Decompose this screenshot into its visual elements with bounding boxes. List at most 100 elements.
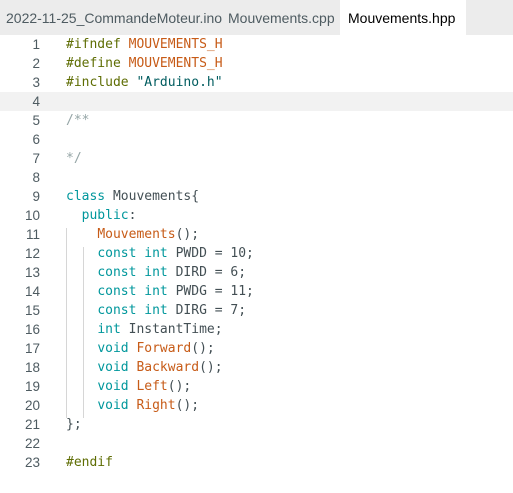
code-token: const (97, 246, 137, 261)
code-line[interactable]: 13 const int DIRD = 6; (0, 263, 513, 282)
code-line[interactable]: 9 class Mouvements{ (0, 187, 513, 206)
code-line[interactable]: 2 #define MOUVEMENTS_H (0, 54, 513, 73)
indent-guide (66, 228, 67, 418)
code-line[interactable]: 5 /** (0, 111, 513, 130)
code-token: (); (167, 379, 192, 394)
line-text: int InstantTime; (66, 320, 223, 339)
code-line[interactable]: 21}; (0, 415, 513, 434)
code-line[interactable]: 20 void Right(); (0, 396, 513, 415)
code-line[interactable]: 6 (0, 130, 513, 149)
code-token: Right (136, 398, 176, 413)
code-line[interactable]: 10 public: (0, 206, 513, 225)
code-token: #include (66, 75, 137, 90)
line-number: 23 (24, 455, 40, 470)
line-number: 14 (24, 284, 40, 299)
line-text: void Left(); (66, 377, 191, 396)
line-text: */ (66, 149, 82, 168)
line-number: 22 (24, 436, 40, 451)
code-token: DIRG = 7; (167, 303, 247, 318)
line-number: 10 (24, 208, 40, 223)
code-token: #endif (66, 455, 113, 470)
code-token: (); (199, 360, 223, 375)
line-number: 16 (24, 322, 40, 337)
line-text: #include "Arduino.h" (66, 73, 223, 92)
code-line[interactable]: 22 (0, 434, 513, 453)
line-text: const int DIRG = 7; (66, 301, 246, 320)
code-line[interactable]: 3 #include "Arduino.h" (0, 73, 513, 92)
code-token: int (144, 284, 168, 299)
tab-commande-moteur-ino[interactable]: 2022-11-25_CommandeMoteur.ino (0, 0, 222, 35)
tab-mouvements-hpp[interactable]: Mouvements.hpp (340, 0, 466, 35)
code-token: Left (136, 379, 168, 394)
code-token: DIRD = 6; (167, 265, 247, 280)
code-line[interactable]: 16 int InstantTime; (0, 320, 513, 339)
line-text: #ifndef MOUVEMENTS_H (66, 35, 223, 54)
code-line[interactable]: 15 const int DIRG = 7; (0, 301, 513, 320)
code-line[interactable]: 8 (0, 168, 513, 187)
code-line[interactable]: 7 */ (0, 149, 513, 168)
code-token: const (97, 284, 137, 299)
code-token: (); (175, 398, 200, 413)
tab-label: Mouvements.cpp (228, 9, 335, 26)
line-number: 8 (32, 170, 40, 185)
line-text: const int PWDD = 10; (66, 244, 254, 263)
code-token: (); (191, 341, 215, 356)
code-token: const (97, 303, 137, 318)
code-token: /** (66, 113, 90, 128)
line-number: 2 (32, 56, 40, 71)
tab-bar: 2022-11-25_CommandeMoteur.ino Mouvements… (0, 0, 513, 35)
code-token: PWDD = 10; (167, 246, 254, 261)
line-number: 17 (24, 341, 40, 356)
code-token: int (144, 303, 168, 318)
code-token: PWDG = 11; (167, 284, 254, 299)
code-area[interactable]: 1 #ifndef MOUVEMENTS_H 2 #define MOUVEMENTS… (0, 35, 513, 472)
code-token: }; (66, 417, 82, 432)
code-line[interactable]: 19 void Left(); (0, 377, 513, 396)
code-token: : (128, 208, 137, 223)
code-token: Mouvements (97, 227, 176, 242)
line-number: 1 (32, 37, 40, 52)
code-line[interactable]: 14 const int PWDG = 11; (0, 282, 513, 301)
code-editor: 2022-11-25_CommandeMoteur.ino Mouvements… (0, 0, 513, 493)
line-text: /** (66, 111, 89, 130)
code-token: InstantTime; (120, 322, 223, 337)
code-line[interactable]: 17 void Forward(); (0, 339, 513, 358)
code-token: void (97, 398, 129, 413)
line-number: 21 (24, 417, 40, 432)
line-number: 20 (24, 398, 40, 413)
line-text: class Mouvements{ (66, 187, 199, 206)
code-line[interactable]: 1 #ifndef MOUVEMENTS_H (0, 35, 513, 54)
code-token: void (97, 341, 129, 356)
line-text: }; (66, 415, 82, 434)
code-token: Mouvements{ (105, 189, 200, 204)
line-number: 19 (24, 379, 40, 394)
line-number: 5 (32, 113, 40, 128)
line-number: 15 (24, 303, 40, 318)
tab-label: Mouvements.hpp (348, 9, 456, 26)
code-token: const (97, 265, 137, 280)
tab-mouvements-cpp[interactable]: Mouvements.cpp (214, 0, 340, 35)
code-token: "Arduino.h" (136, 75, 223, 90)
code-line[interactable]: 18 void Backward(); (0, 358, 513, 377)
code-token: #define (66, 56, 129, 71)
line-number: 13 (24, 265, 40, 280)
code-line[interactable]: 11 Mouvements(); (0, 225, 513, 244)
code-token: Backward (136, 360, 200, 375)
line-text: public: (66, 206, 137, 225)
code-line[interactable]: 23 #endif (0, 453, 513, 472)
code-line[interactable]: 4 (0, 92, 513, 111)
line-number: 4 (32, 94, 40, 109)
code-token: public (81, 208, 129, 223)
code-line[interactable]: 12 const int PWDD = 10; (0, 244, 513, 263)
indent-guide (83, 247, 84, 418)
code-token: int (97, 322, 121, 337)
